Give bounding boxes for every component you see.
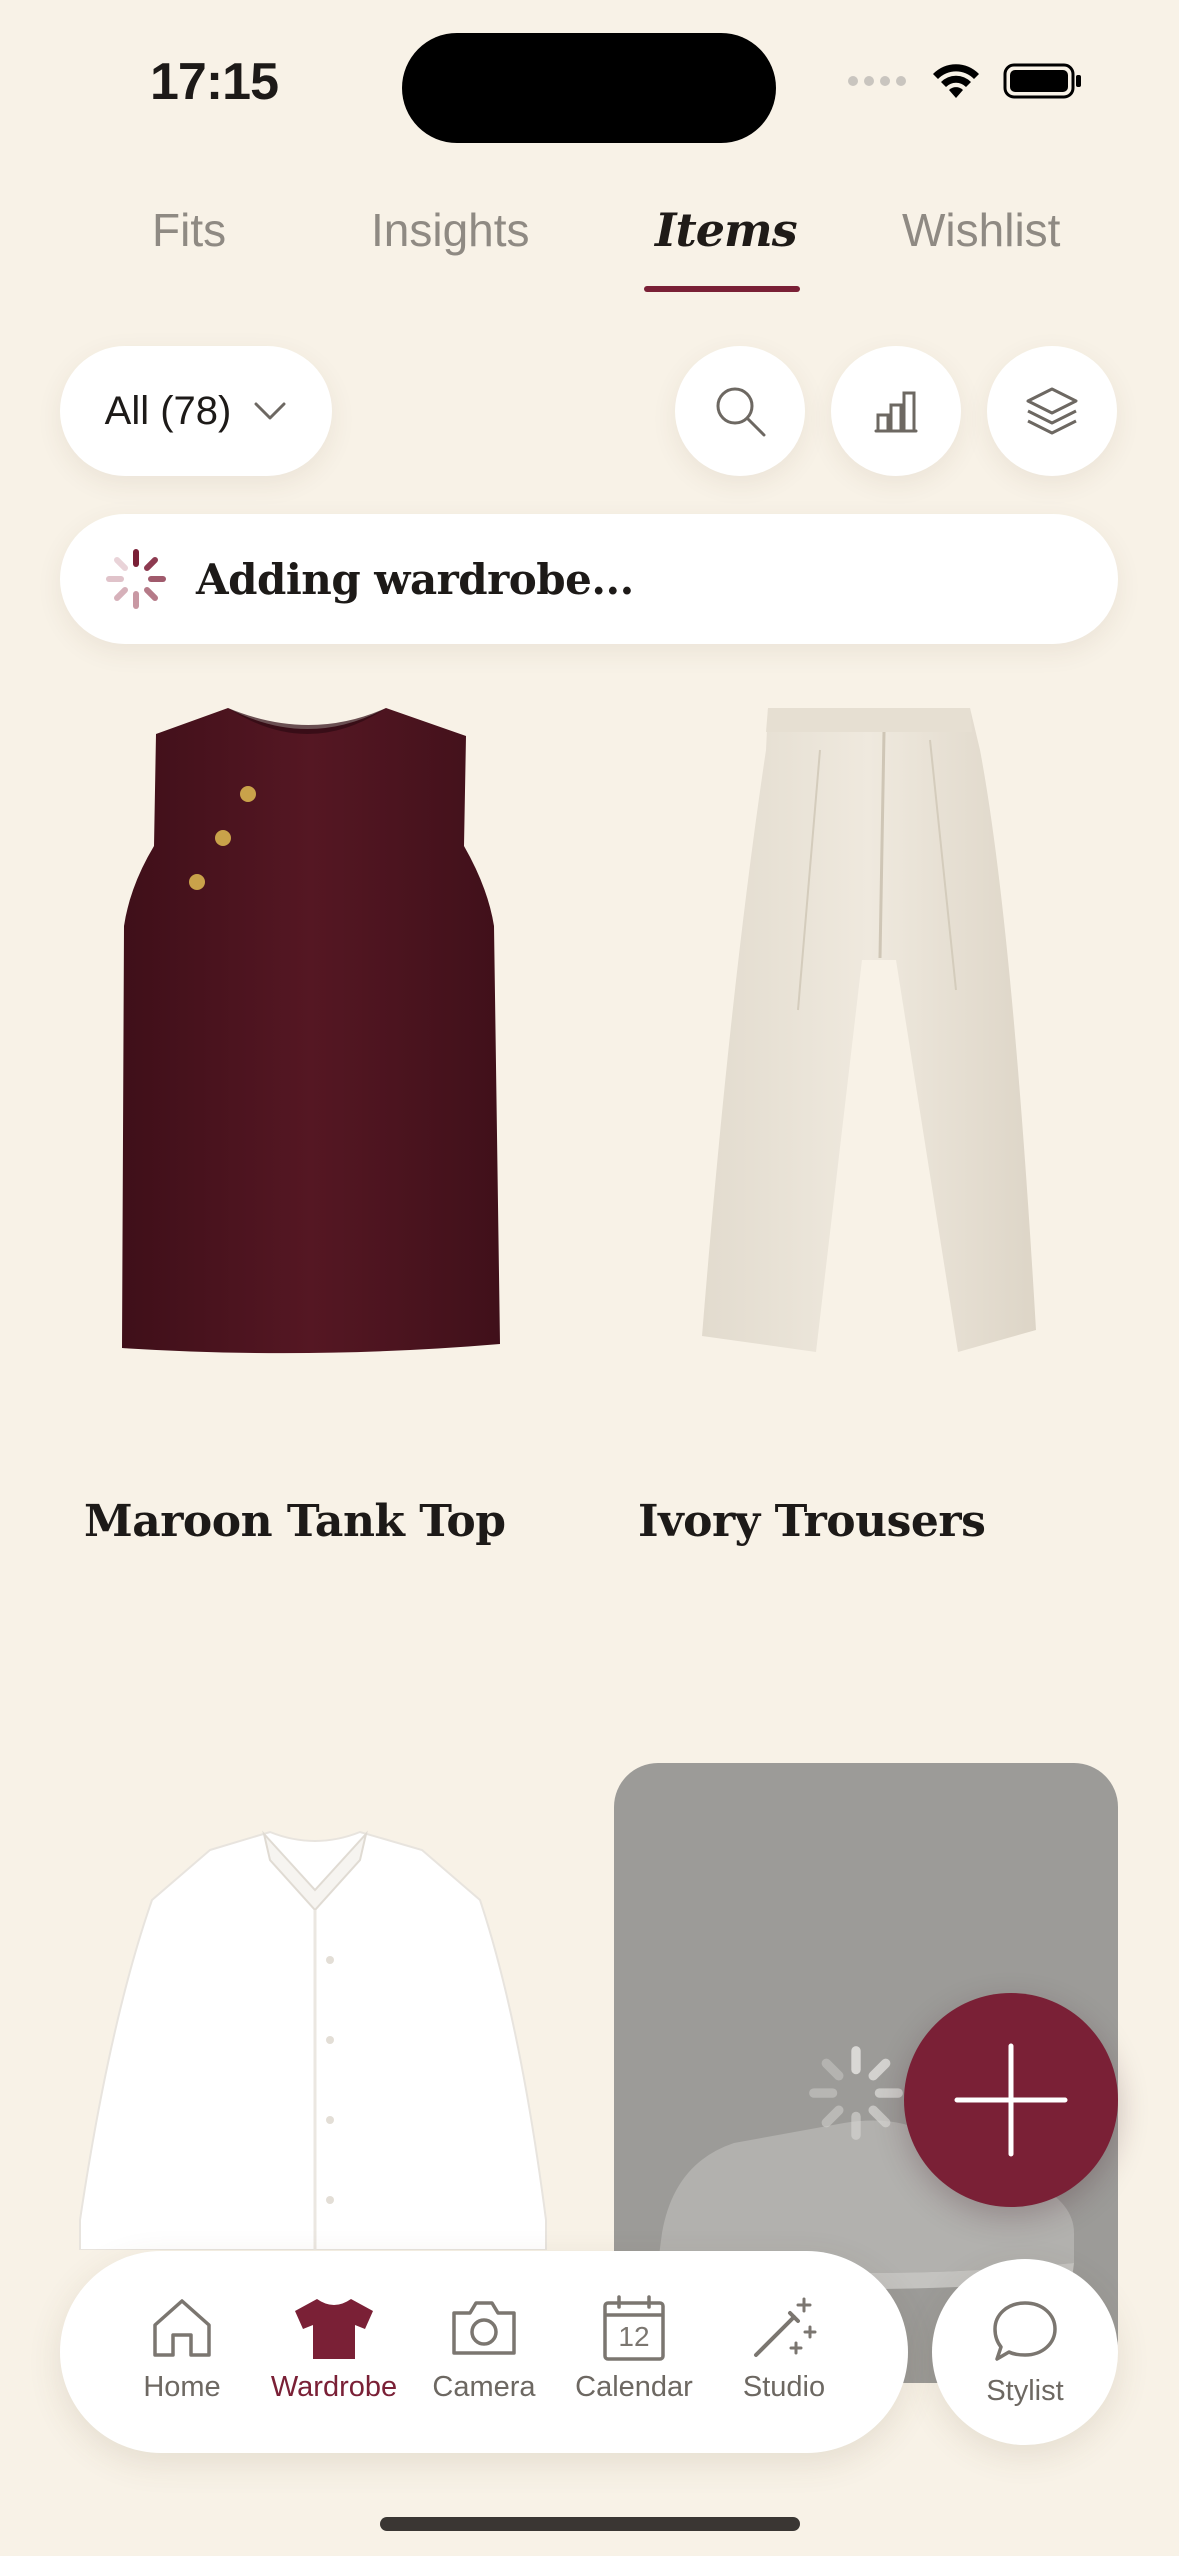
chat-bubble-icon [993,2300,1057,2361]
nav-label-studio: Studio [742,2371,826,2403]
top-tabs: Fits Insights Items Wishlist [0,195,1179,305]
adding-wardrobe-banner: Adding wardrobe... [60,514,1118,644]
layers-icon [1026,387,1078,435]
nav-label-home: Home [143,2371,221,2403]
wifi-icon [933,64,979,98]
tshirt-icon [295,2299,373,2359]
nav-label-camera: Camera [432,2371,536,2403]
banner-text: Adding wardrobe... [196,554,634,604]
home-indicator [380,2517,800,2531]
search-button[interactable] [675,346,805,476]
nav-camera[interactable]: Camera [409,2293,559,2404]
calendar-icon: 12 [599,2293,669,2363]
ivory-trousers-image [702,708,1036,1352]
bottom-tab-bar: Home Wardrobe Camera 12 Calendar Studio [60,2251,908,2453]
tab-fits[interactable]: Fits [152,203,226,257]
tab-insights[interactable]: Insights [371,203,530,257]
nav-label-calendar: Calendar [575,2371,693,2403]
layers-button[interactable] [987,346,1117,476]
item-card-maroon-tank-top[interactable] [60,690,560,1390]
search-icon [716,387,766,437]
item-card-white-shirt[interactable] [60,1820,570,2251]
status-icons [847,62,1083,100]
stats-button[interactable] [831,346,961,476]
filter-label: All (78) [104,388,232,433]
add-item-button[interactable] [904,1993,1118,2207]
magic-wand-icon [754,2297,817,2357]
status-time: 17:15 [150,53,279,111]
nav-wardrobe[interactable]: Wardrobe [259,2293,409,2404]
item-card-ivory-trousers[interactable] [640,690,1110,1390]
stylist-label: Stylist [986,2374,1064,2407]
item-name-ivory-trousers[interactable]: Ivory Trousers [638,1496,986,1547]
chevron-down-icon [254,402,286,420]
item-name-maroon-tank-top[interactable]: Maroon Tank Top [84,1496,506,1547]
white-shirt-image [79,1830,547,2251]
stats-icon [874,391,918,433]
calendar-day: 12 [618,2321,650,2352]
plus-icon [954,2043,1068,2157]
signal-icon [848,76,906,86]
stylist-button[interactable]: Stylist [932,2259,1118,2445]
maroon-tank-top-image [122,708,500,1354]
nav-calendar[interactable]: 12 Calendar [559,2293,709,2404]
tab-wishlist[interactable]: Wishlist [902,203,1060,257]
nav-studio[interactable]: Studio [709,2293,859,2404]
nav-home[interactable]: Home [107,2293,257,2404]
loading-spinner-icon [106,549,166,609]
dynamic-island [402,33,776,143]
category-filter-dropdown[interactable]: All (78) [60,346,332,476]
battery-icon [1003,63,1081,99]
camera-icon [452,2301,516,2355]
loading-spinner-icon [809,2046,903,2140]
active-tab-indicator [644,286,800,292]
home-icon [153,2299,211,2357]
nav-label-wardrobe: Wardrobe [270,2371,398,2403]
tab-items[interactable]: Items [655,203,798,257]
